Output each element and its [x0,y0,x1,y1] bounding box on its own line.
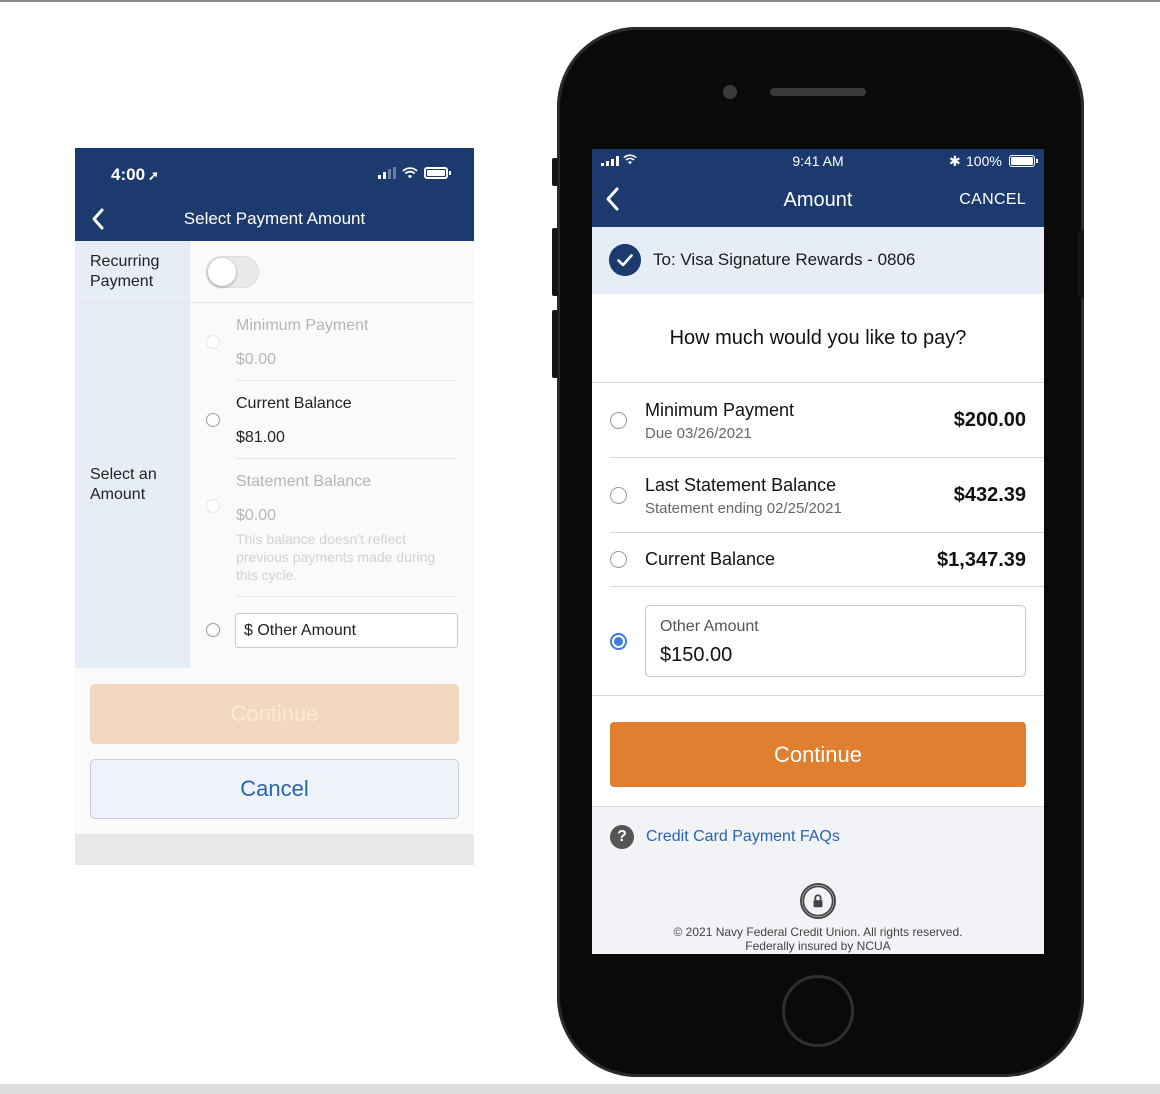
divider [592,382,1044,383]
faq-link[interactable]: Credit Card Payment FAQs [646,828,840,846]
copyright-line-2: Federally insured by NCUA [745,939,891,953]
location-icon: ➚ [148,168,159,183]
option-title-current-balance[interactable]: Current Balance [645,549,775,570]
divider [610,532,1044,533]
recurring-toggle[interactable] [206,256,259,288]
divider [610,457,1044,458]
radio-statement-balance[interactable] [206,499,220,513]
continue-button[interactable]: Continue [90,684,459,744]
radio-current-balance[interactable] [206,413,220,427]
mute-switch [552,158,558,186]
payee-text: To: Visa Signature Rewards - 0806 [653,250,916,269]
right-screen: 9:41 AM ✱ 100% Amount CANCEL To: Visa Si… [592,149,1044,954]
battery-percent: 100% [966,153,1002,169]
volume-up-button [552,228,558,296]
option-title-last-statement[interactable]: Last Statement Balance [645,475,836,496]
option-amount-current-balance: $1,347.39 [937,549,1026,571]
option-statement-balance[interactable]: Statement Balance $0.00 This balance doe… [190,459,474,597]
footer-bar [75,834,474,865]
option-amount-minimum-payment: $200.00 [953,409,1026,431]
copyright-line-1: © 2021 Navy Federal Credit Union. All ri… [673,925,963,939]
left-screen: 4:00 ➚ Select Payment Amount Recurring Pa… [75,148,474,865]
option-current-balance[interactable]: Current Balance $81.00 [190,381,474,459]
option-title: Current Balance [236,395,352,412]
status-time-value: 4:00 [111,165,146,184]
other-amount-value[interactable]: $150.00 [660,644,732,667]
toggle-knob [208,258,236,286]
bottom-band [0,1084,1160,1094]
label-column [75,241,190,668]
option-minimum-payment[interactable]: Minimum Payment $0.00 [190,304,474,381]
payee-banner: To: Visa Signature Rewards - 0806 [592,227,1044,294]
page-title: Select Payment Amount [183,209,366,228]
copyright: © 2021 Navy Federal Credit Union. All ri… [592,925,1044,953]
status-bar: 9:41 AM ✱ 100% [592,149,1044,173]
divider [236,596,458,597]
radio-other-amount[interactable] [610,633,627,650]
bluetooth-icon: ✱ [949,153,961,169]
signal-icon [378,167,396,179]
option-sub-last-statement: Statement ending 02/25/2021 [645,500,842,517]
status-icons [378,167,451,179]
radio-other-amount[interactable] [206,623,220,637]
earpiece-speaker [770,88,866,96]
option-title: Statement Balance [236,473,372,490]
home-button[interactable] [782,975,854,1047]
option-amount: $81.00 [236,429,285,446]
amount-question: How much would you like to pay? [669,327,967,349]
cancel-button[interactable]: Cancel [90,759,459,819]
radio-minimum-payment[interactable] [610,412,627,429]
other-amount-input[interactable]: $ Other Amount [235,613,458,648]
option-other-amount[interactable]: $ Other Amount [190,613,474,653]
select-amount-label: Select an Amount [90,466,157,503]
power-button [1078,230,1084,298]
wifi-icon [402,167,418,179]
nav-bar: Amount CANCEL [592,173,1044,227]
other-amount-input[interactable]: Other Amount $150.00 [645,605,1026,677]
recurring-row: Recurring Payment [75,241,474,303]
battery-icon [424,167,451,179]
option-amount: $0.00 [236,507,277,524]
question-icon[interactable]: ? [610,825,634,849]
top-rule [0,0,1160,2]
option-amount-last-statement: $432.39 [953,484,1026,506]
lock-icon [800,883,836,919]
radio-minimum-payment[interactable] [206,335,220,349]
option-amount: $0.00 [236,351,277,368]
status-time: 4:00 ➚ [111,165,159,185]
radio-current-balance[interactable] [610,551,627,568]
radio-last-statement-balance[interactable] [610,487,627,504]
continue-button[interactable]: Continue [610,722,1026,787]
checkmark-icon [609,244,641,276]
status-bar: 4:00 ➚ [75,148,474,200]
option-note: This balance doesn't reflect previous pa… [236,531,436,583]
recurring-label: Recurring Payment [90,253,160,290]
footer: ? Credit Card Payment FAQs © 2021 Navy F… [592,806,1044,954]
option-title-minimum-payment[interactable]: Minimum Payment [645,400,794,421]
option-title: Minimum Payment [236,317,369,334]
divider [592,695,1044,696]
divider [610,586,1044,587]
cancel-link[interactable]: CANCEL [959,191,1026,209]
front-camera [723,85,737,99]
volume-down-button [552,310,558,378]
nav-bar: Select Payment Amount [75,200,474,241]
option-sub-minimum-payment: Due 03/26/2021 [645,425,752,442]
other-amount-label: Other Amount [660,618,759,635]
battery-icon [1009,155,1038,167]
